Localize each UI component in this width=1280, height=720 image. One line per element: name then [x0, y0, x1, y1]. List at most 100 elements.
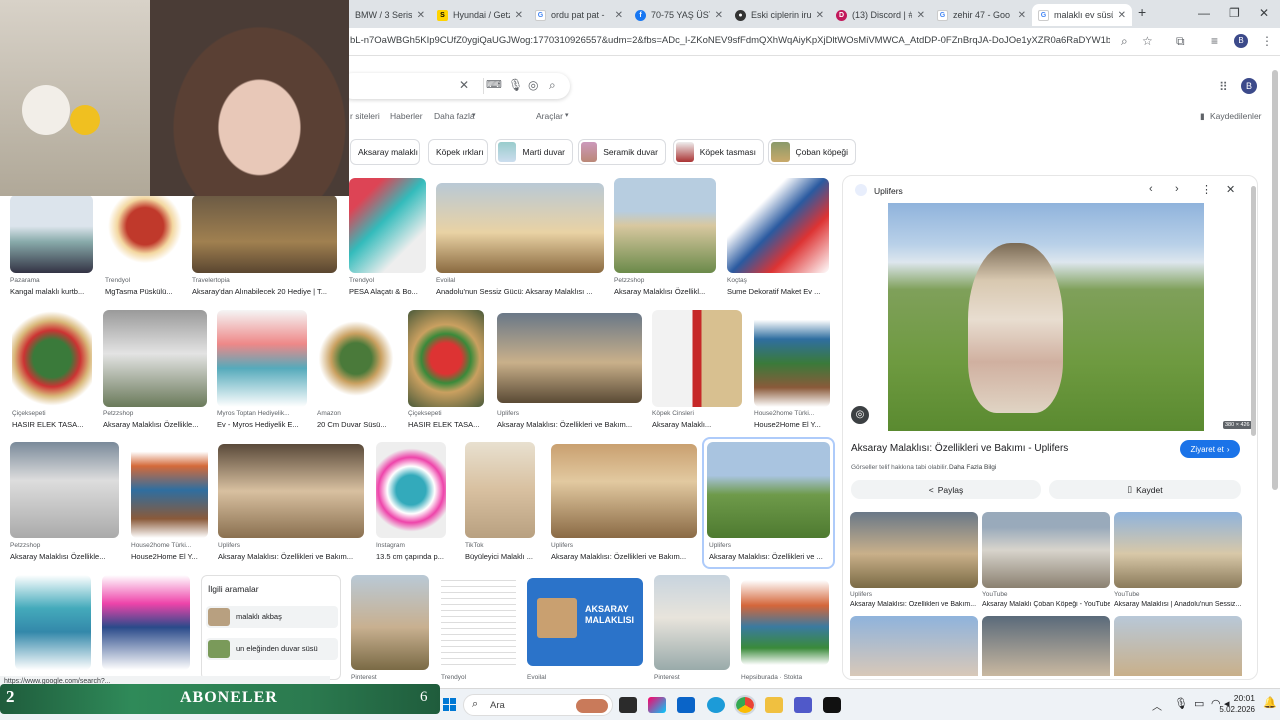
- image-result-selected[interactable]: Uplifers Aksaray Malaklısı: Özellikleri …: [702, 437, 835, 569]
- image-result[interactable]: Evoilal Anadolu'nun Sessiz Gücü: Aksaray…: [436, 178, 604, 296]
- edge-icon[interactable]: [707, 697, 725, 713]
- tab-active[interactable]: G malaklı ev süsü ✕: [1032, 4, 1132, 26]
- close-tab-icon[interactable]: ✕: [417, 10, 425, 21]
- menu-kebab-icon[interactable]: ⋮: [1261, 34, 1273, 48]
- image-result[interactable]: Myros Toptan Hediyelik... Ev - Myros Hed…: [217, 310, 307, 432]
- chip[interactable]: Köpek ırkları: [428, 139, 488, 165]
- panel-title[interactable]: Aksaray Malaklısı: Özellikleri ve Bakımı…: [851, 443, 1068, 454]
- page-scrollbar[interactable]: [1272, 70, 1278, 490]
- related-image[interactable]: [1114, 616, 1242, 676]
- image-result[interactable]: Çiçeksepeti HASIR ELEK TASA...: [12, 310, 92, 432]
- tab[interactable]: BMW / 3 Serisi ✕: [349, 4, 431, 26]
- image-result[interactable]: Petzzshop Aksaray Malaklısı Özellikle...: [103, 310, 207, 432]
- copilot-icon[interactable]: [648, 697, 666, 713]
- image-result[interactable]: Petzzshop Aksaray Malaklısı Özellikl...: [614, 178, 716, 296]
- lens-icon[interactable]: ◎: [528, 78, 538, 92]
- tab[interactable]: S Hyundai / Getz ✕: [431, 4, 529, 26]
- close-tab-icon[interactable]: ✕: [715, 10, 723, 21]
- outlook-icon[interactable]: [677, 697, 695, 713]
- clock-date[interactable]: 5.02.2026: [1203, 705, 1255, 714]
- related-image[interactable]: [982, 616, 1110, 676]
- related-search-item[interactable]: un eleğinden duvar süsü: [206, 638, 338, 660]
- keyboard-icon[interactable]: ⌨: [486, 78, 502, 91]
- nav-more[interactable]: Daha fazla: [434, 111, 475, 121]
- close-tab-icon[interactable]: ✕: [816, 10, 824, 21]
- nav-saved[interactable]: Kaydedilenler: [1210, 111, 1262, 121]
- more-options-icon[interactable]: ⋮: [1201, 183, 1212, 196]
- microphone-icon[interactable]: 🎙: [1174, 697, 1188, 710]
- microphone-icon[interactable]: 🎙: [508, 78, 523, 92]
- new-tab-icon[interactable]: +: [1138, 4, 1146, 20]
- extensions-icon[interactable]: ⧉: [1176, 34, 1185, 49]
- image-result[interactable]: [102, 575, 190, 670]
- windows-start-icon[interactable]: [443, 698, 456, 711]
- image-result[interactable]: Trendyol PESA Alaçatı & Bo...: [349, 178, 426, 296]
- close-tab-icon[interactable]: ✕: [615, 10, 623, 21]
- chip[interactable]: Seramik duvar: [578, 139, 666, 165]
- profile-avatar[interactable]: B: [1234, 34, 1248, 48]
- image-result[interactable]: AKSARAY MALAKLISI Evoilal: [527, 578, 643, 685]
- clock-time[interactable]: 20:01: [1219, 693, 1255, 703]
- notification-bell-icon[interactable]: 🔔: [1263, 696, 1277, 709]
- chip[interactable]: Çoban köpeği: [768, 139, 856, 165]
- image-result[interactable]: Köpek Cinsleri Aksaray Malaklı...: [652, 310, 742, 432]
- chip[interactable]: Aksaray malaklı: [350, 139, 420, 165]
- image-result[interactable]: Uplifers Aksaray Malaklısı: Özellikleri …: [218, 442, 364, 564]
- related-image[interactable]: [850, 616, 978, 676]
- tab[interactable]: G zehir 47 - Goo ✕: [931, 4, 1032, 26]
- chrome-icon[interactable]: [734, 695, 756, 715]
- app-icon[interactable]: [823, 697, 841, 713]
- tab[interactable]: G ordu pat pat - ✕: [529, 4, 629, 26]
- image-result[interactable]: Pinterest: [654, 575, 730, 685]
- media-icon[interactable]: ≡: [1211, 34, 1218, 48]
- image-result[interactable]: Pinterest: [351, 575, 429, 685]
- close-tab-icon[interactable]: ✕: [1118, 10, 1126, 21]
- panel-source[interactable]: Uplifers: [874, 186, 903, 196]
- search-icon[interactable]: ⌕: [549, 78, 556, 93]
- file-explorer-icon[interactable]: [765, 697, 783, 713]
- image-result[interactable]: House2home Türki... House2Home El Y...: [754, 310, 830, 432]
- related-image[interactable]: [1114, 512, 1242, 588]
- image-result[interactable]: Koçtaş Sume Dekoratif Maket Ev ...: [727, 178, 829, 296]
- image-result[interactable]: Instagram 13.5 cm çapında p...: [376, 442, 446, 564]
- more-info-link[interactable]: Daha Fazla Bilgi: [949, 464, 996, 471]
- related-image[interactable]: [982, 512, 1110, 588]
- nav-sites[interactable]: r siteleri: [350, 111, 380, 121]
- tab[interactable]: f 70-75 YAŞ ÜST ✕: [629, 4, 729, 26]
- nav-tools[interactable]: Araçlar: [536, 111, 563, 121]
- previous-icon[interactable]: ‹: [1149, 183, 1153, 195]
- close-tab-icon[interactable]: ✕: [917, 10, 925, 21]
- image-result[interactable]: TikTok Büyüleyici Malaklı ...: [465, 442, 535, 564]
- minimize-icon[interactable]: —: [1198, 6, 1210, 20]
- nav-news[interactable]: Haberler: [390, 111, 423, 121]
- bookmark-star-icon[interactable]: ☆: [1142, 34, 1153, 48]
- image-result[interactable]: House2home Türki... House2Home El Y...: [131, 442, 208, 564]
- lens-icon[interactable]: ◎: [851, 406, 869, 424]
- taskbar-search[interactable]: ⌕ Ara: [463, 694, 613, 716]
- search-box[interactable]: ✕ ⌨ 🎙 ◎ ⌕: [340, 73, 570, 99]
- image-result[interactable]: Hepsiburada · Stokta: [741, 580, 829, 685]
- image-result[interactable]: Pazarama Kangal malaklı kurtb...: [10, 195, 93, 296]
- apps-grid-icon[interactable]: ⠿: [1219, 80, 1228, 94]
- image-result[interactable]: Trendyol: [441, 575, 516, 685]
- close-panel-icon[interactable]: ✕: [1226, 183, 1235, 196]
- maximize-icon[interactable]: ❐: [1229, 6, 1240, 20]
- image-result[interactable]: Petzzshop Aksaray Malaklısı Özellikle...: [10, 442, 119, 564]
- related-search-item[interactable]: malaklı akbaş: [206, 606, 338, 628]
- url-field[interactable]: bL-n7OaWBGh5KIp9CUfZ0ygiQaUGJWog:1770310…: [350, 35, 1110, 46]
- google-avatar[interactable]: B: [1241, 78, 1257, 94]
- visit-button[interactable]: Ziyaret et ›: [1180, 440, 1240, 458]
- next-icon[interactable]: ›: [1175, 183, 1179, 195]
- tab[interactable]: ● Eski ciplerin iru ✕: [729, 4, 830, 26]
- image-result[interactable]: Çiçeksepeti HASIR ELEK TASA...: [408, 310, 484, 432]
- chip[interactable]: Köpek tasması: [673, 139, 764, 165]
- image-result[interactable]: Amazon 20 Cm Duvar Süsü...: [317, 310, 395, 432]
- share-button[interactable]: < Paylaş: [851, 480, 1041, 499]
- task-view-icon[interactable]: [619, 697, 637, 713]
- close-window-icon[interactable]: ✕: [1259, 6, 1269, 20]
- chevron-up-icon[interactable]: ︿: [1152, 698, 1162, 713]
- chip[interactable]: Marti duvar: [495, 139, 573, 165]
- close-tab-icon[interactable]: ✕: [515, 10, 523, 21]
- tab[interactable]: D (13) Discord | # ✕: [830, 4, 931, 26]
- panel-scrollbar[interactable]: [1251, 186, 1256, 436]
